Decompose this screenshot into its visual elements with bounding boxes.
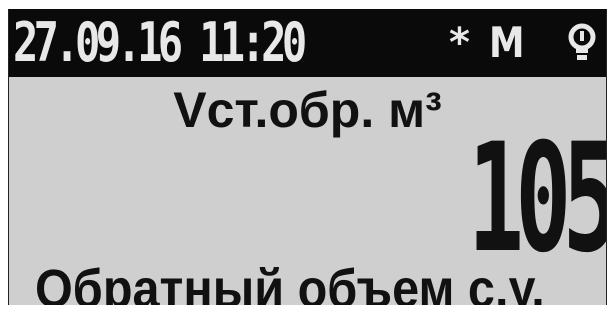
parameter-description: Обратный объем с.у. — [35, 259, 545, 305]
lightbulb-icon — [568, 23, 596, 60]
parameter-value: 105 — [468, 112, 607, 286]
lcd-screen: 27.09.16 11:20 * M Vст.обр. м³ 105 Обрат… — [8, 9, 607, 305]
star-icon: * — [449, 20, 470, 66]
mode-indicator: M — [489, 18, 525, 67]
status-bar: 27.09.16 11:20 * M — [9, 9, 606, 77]
datetime-display: 27.09.16 11:20 — [13, 11, 307, 74]
